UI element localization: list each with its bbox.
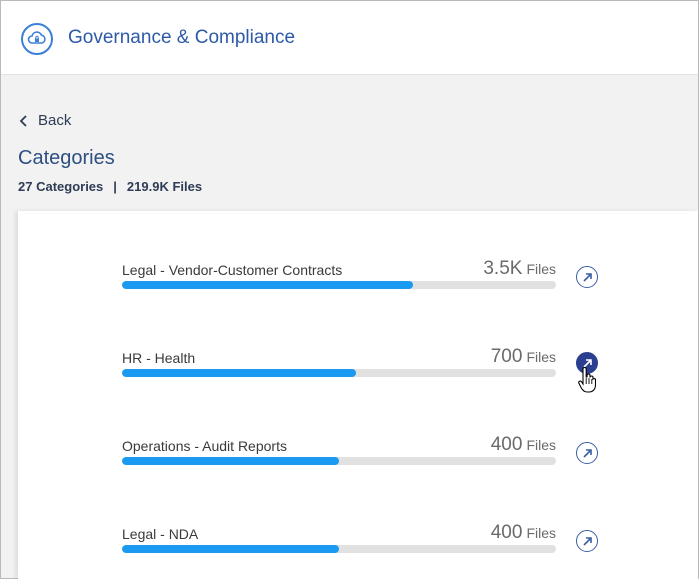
category-row: HR - Health 700 Files	[122, 346, 612, 400]
category-label: Legal - Vendor-Customer Contracts	[122, 262, 343, 278]
back-label: Back	[38, 112, 72, 129]
file-count: 700 Files	[491, 346, 556, 368]
app-header: Governance & Compliance	[1, 1, 698, 75]
progress-bar	[122, 457, 556, 465]
open-category-button[interactable]	[576, 442, 598, 464]
category-row: Legal - Vendor-Customer Contracts 3.5K F…	[122, 258, 612, 312]
category-row: Operations - Audit Reports 400 Files	[122, 434, 612, 488]
progress-bar	[122, 545, 556, 553]
progress-bar-fill	[122, 545, 339, 553]
cloud-lock-icon	[21, 23, 53, 55]
progress-bar-fill	[122, 369, 357, 377]
category-label: HR - Health	[122, 350, 196, 366]
files-count: 219.9K Files	[126, 179, 203, 194]
file-count-unit: Files	[526, 437, 556, 453]
arrow-up-right-icon	[582, 448, 592, 458]
category-row: Legal - NDA 400 Files	[122, 522, 612, 576]
app-title: Governance & Compliance	[68, 27, 296, 48]
progress-bar-fill	[122, 281, 413, 289]
file-count-unit: Files	[526, 261, 556, 277]
file-count: 400 Files	[491, 522, 556, 544]
file-count: 3.5K Files	[483, 258, 556, 280]
summary-line: 27 Categories | 219.9K Files	[18, 179, 202, 194]
categories-panel: Legal - Vendor-Customer Contracts 3.5K F…	[18, 211, 698, 579]
file-count-value: 400	[490, 522, 523, 543]
file-count-value: 3.5K	[483, 258, 523, 279]
file-count-value: 700	[490, 346, 523, 367]
file-count-unit: Files	[526, 525, 556, 541]
file-count-value: 400	[490, 434, 523, 455]
arrow-up-right-icon	[582, 536, 592, 546]
summary-separator: |	[113, 179, 117, 194]
categories-count: 27 Categories	[18, 179, 104, 194]
progress-bar	[122, 281, 556, 289]
progress-bar-fill	[122, 457, 339, 465]
progress-bar	[122, 369, 556, 377]
arrow-up-right-icon	[582, 272, 592, 282]
file-count: 400 Files	[491, 434, 556, 456]
open-category-button[interactable]	[576, 266, 598, 288]
category-label: Operations - Audit Reports	[122, 438, 287, 454]
page-title: Categories	[18, 147, 115, 169]
open-category-button[interactable]	[576, 530, 598, 552]
back-link[interactable]: Back	[18, 112, 71, 129]
hand-pointer-cursor-icon	[578, 367, 596, 393]
category-label: Legal - NDA	[122, 526, 199, 542]
file-count-unit: Files	[526, 349, 556, 365]
chevron-left-icon	[19, 114, 27, 127]
